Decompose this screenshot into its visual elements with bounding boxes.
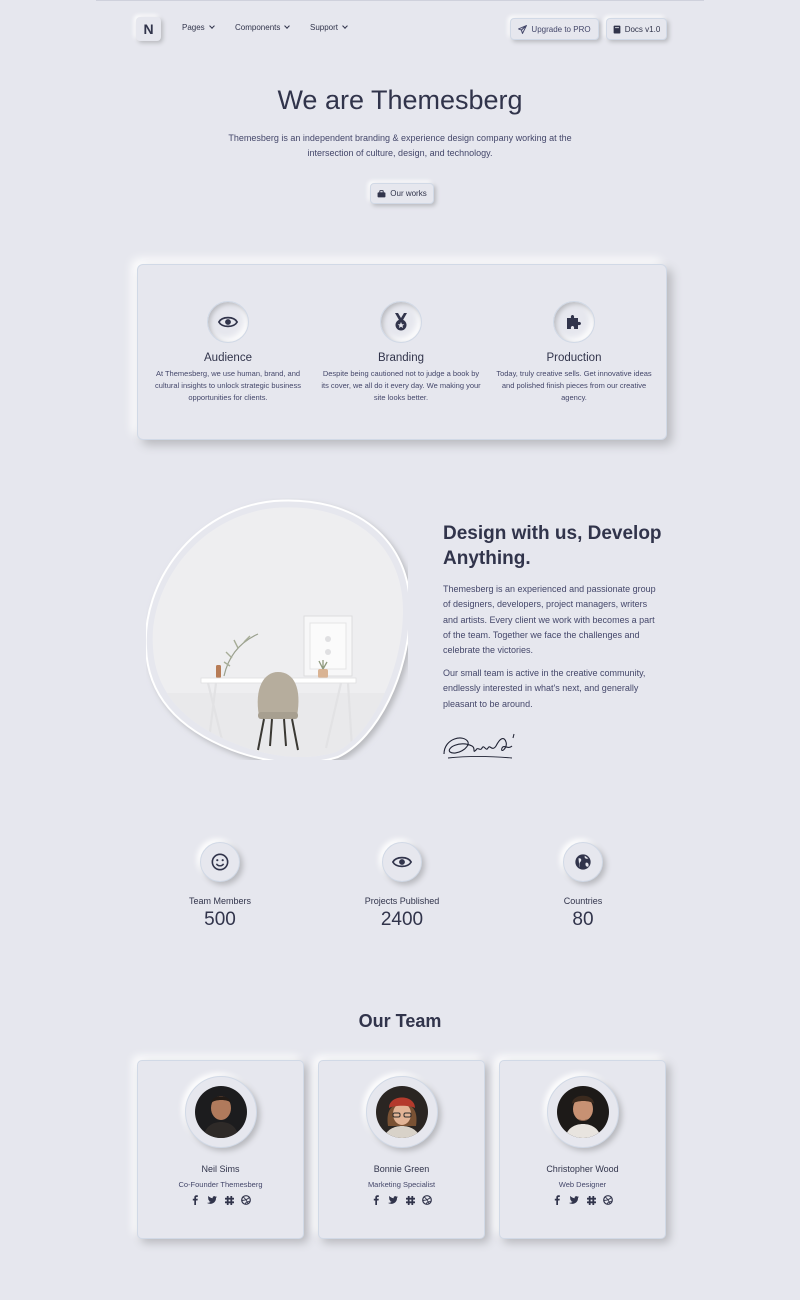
- avatar-photo: [194, 1086, 247, 1138]
- twitter-icon[interactable]: [569, 1195, 579, 1205]
- slack-icon[interactable]: [405, 1195, 415, 1205]
- stat-label: Projects Published: [364, 896, 440, 906]
- feature-branding: Branding Despite being cautioned not to …: [321, 301, 481, 404]
- team-card-christopher-wood: Christopher Wood Web Designer: [499, 1060, 666, 1239]
- globe-icon: [575, 854, 591, 870]
- stat-value: 2400: [380, 909, 424, 930]
- nav-item-label: Support: [310, 23, 339, 32]
- dribbble-icon[interactable]: [603, 1195, 613, 1205]
- nav-item-components[interactable]: Components: [235, 23, 291, 32]
- stat-label: Countries: [563, 896, 603, 906]
- avatar-photo: [375, 1086, 428, 1138]
- team-card-neil-sims: Neil Sims Co-Founder Themesberg: [137, 1060, 304, 1239]
- avatar: [365, 1076, 438, 1148]
- docs-button[interactable]: Docs v1.0: [606, 18, 667, 40]
- stat-icon-circle: [563, 842, 603, 882]
- hero-title: We are Themesberg: [277, 85, 523, 115]
- team-title: Our Team: [358, 1011, 442, 1031]
- about-paragraph-2: Our small team is active in the creative…: [443, 668, 646, 709]
- feature-title: Production: [546, 352, 602, 364]
- nav-item-label: Components: [235, 23, 281, 32]
- paper-plane-icon: [518, 24, 528, 34]
- puzzle-icon: [567, 315, 581, 329]
- member-name: Bonnie Green: [373, 1164, 430, 1174]
- facebook-icon[interactable]: [371, 1195, 381, 1205]
- about-paragraph-1: Themesberg is an experienced and passion…: [443, 584, 656, 656]
- eye-icon: [392, 856, 412, 868]
- about-title: Design with us, Develop Anything.: [443, 523, 662, 569]
- stat-value: 80: [572, 909, 594, 930]
- features-card: Audience At Themesberg, we use human, br…: [137, 264, 667, 440]
- feature-icon-circle: [380, 301, 422, 343]
- dribbble-icon[interactable]: [422, 1195, 432, 1205]
- member-role: Marketing Specialist: [367, 1180, 436, 1189]
- briefcase-icon: [377, 189, 386, 197]
- brand-logo[interactable]: N: [136, 17, 161, 41]
- avatar: [546, 1076, 619, 1148]
- slack-icon[interactable]: [586, 1195, 596, 1205]
- nav-item-support[interactable]: Support: [310, 23, 348, 32]
- feature-title: Audience: [204, 352, 252, 364]
- docs-label: Docs v1.0: [624, 24, 661, 34]
- feature-title: Branding: [377, 352, 425, 364]
- book-icon: [613, 25, 621, 33]
- our-works-label: Our works: [390, 189, 427, 198]
- feature-text: Despite being cautioned not to judge a b…: [321, 369, 481, 402]
- chevron-down-icon: [284, 23, 291, 29]
- twitter-icon[interactable]: [388, 1195, 398, 1205]
- feature-icon-circle: [207, 301, 249, 343]
- upgrade-pro-label: Upgrade to PRO: [531, 24, 591, 34]
- nav-item-label: Pages: [182, 23, 205, 32]
- chevron-down-icon: [342, 23, 348, 29]
- our-works-button[interactable]: Our works: [370, 183, 434, 204]
- member-role: Web Designer: [558, 1180, 607, 1189]
- stat-value: 500: [204, 909, 236, 930]
- twitter-icon[interactable]: [207, 1195, 217, 1205]
- medal-icon: [395, 313, 407, 331]
- chevron-down-icon: [208, 23, 215, 29]
- navbar: N Pages Components Support Upgrade to PR…: [136, 17, 667, 41]
- stat-projects-published: Projects Published 2400: [332, 842, 472, 931]
- social-links: [138, 1195, 303, 1205]
- top-divider: [96, 0, 704, 1]
- facebook-icon[interactable]: [552, 1195, 562, 1205]
- stat-icon-circle: [200, 842, 240, 882]
- member-name: Neil Sims: [201, 1164, 240, 1174]
- social-links: [500, 1195, 665, 1205]
- nav-item-pages[interactable]: Pages: [182, 23, 215, 32]
- social-links: [319, 1195, 484, 1205]
- signature: [443, 733, 515, 759]
- avatar-photo: [556, 1086, 609, 1138]
- dribbble-icon[interactable]: [241, 1195, 251, 1205]
- about-image: [144, 498, 412, 764]
- feature-icon-circle: [553, 301, 595, 343]
- stat-icon-circle: [382, 842, 422, 882]
- feature-text: Today, truly creative sells. Get innovat…: [496, 369, 652, 402]
- stat-label: Team Members: [188, 896, 251, 906]
- eye-icon: [218, 316, 238, 328]
- feature-production: Production Today, truly creative sells. …: [494, 301, 654, 404]
- slack-icon[interactable]: [224, 1195, 234, 1205]
- member-name: Christopher Wood: [546, 1164, 619, 1174]
- hero-description: Themesberg is an independent branding & …: [228, 133, 572, 158]
- smile-icon: [211, 853, 229, 871]
- stat-team-members: Team Members 500: [150, 842, 290, 931]
- feature-audience: Audience At Themesberg, we use human, br…: [148, 301, 308, 404]
- feature-text: At Themesberg, we use human, brand, and …: [155, 369, 301, 402]
- stat-countries: Countries 80: [513, 842, 653, 931]
- member-role: Co-Founder Themesberg: [178, 1180, 263, 1189]
- team-card-bonnie-green: Bonnie Green Marketing Specialist: [318, 1060, 485, 1239]
- avatar: [184, 1076, 257, 1148]
- upgrade-pro-button[interactable]: Upgrade to PRO: [510, 18, 599, 40]
- facebook-icon[interactable]: [190, 1195, 200, 1205]
